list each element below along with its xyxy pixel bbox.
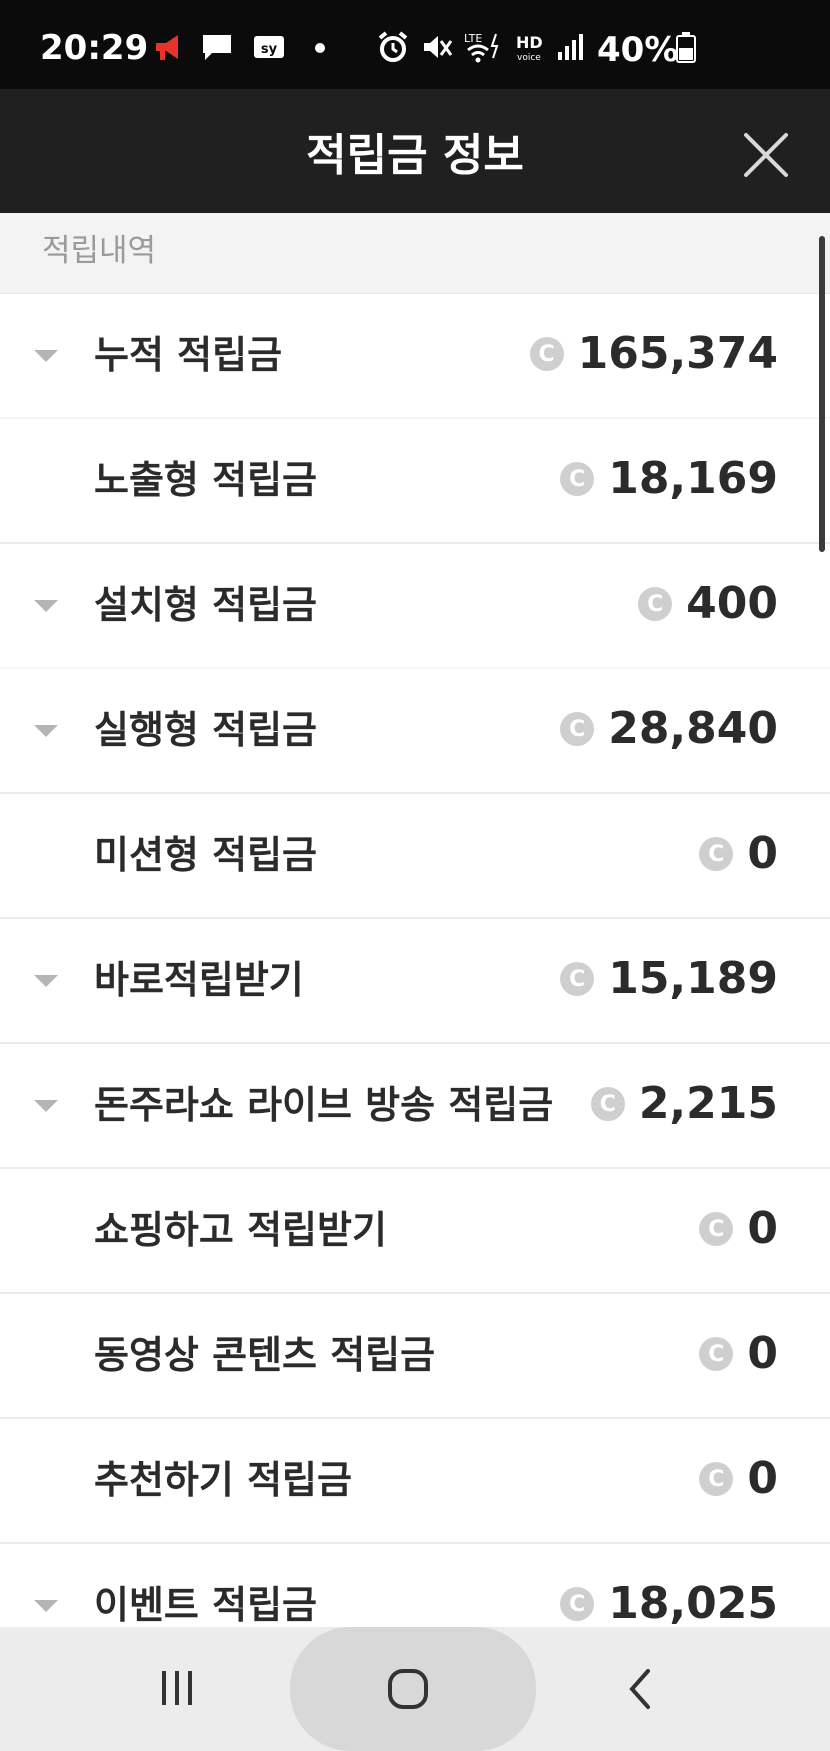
recent-apps-icon [162,1671,192,1705]
reward-list: 누적 적립금 C 165,374 노출형 적립금 C 18,169 설치형 적립금 C 400 실… [0,294,830,1669]
list-item-label: 이벤트 적립금 [94,1583,317,1627]
amount: C 18,169 [560,449,778,509]
section-label: 적립내역 [42,233,157,269]
list-item: 미션형 적립금 C 0 [0,794,830,919]
list-item-label: 설치형 적립금 [94,583,317,627]
coin-icon: C [560,712,595,746]
list-item-label: 누적 적립금 [94,333,283,377]
sy-app-icon: sy [254,36,284,58]
home-icon [388,1669,428,1709]
chevron-down-icon[interactable] [34,1100,58,1114]
amount-value: 15,189 [608,953,778,1004]
chevron-down-icon[interactable] [34,350,58,364]
list-item: 쇼핑하고 적립받기 C 0 [0,1169,830,1294]
chevron-down-icon[interactable] [34,975,58,989]
coin-icon: C [699,1337,734,1371]
recent-apps-button[interactable] [158,1669,198,1713]
chevron-down-icon[interactable] [34,725,58,739]
amount-value: 400 [686,578,778,629]
coin-icon: C [560,462,595,496]
amount: C0 [699,824,778,884]
megaphone-icon [156,35,178,60]
amount: C0 [699,1324,778,1384]
amount-value: 28,840 [608,703,778,754]
chevron-down-icon[interactable] [34,1600,58,1614]
list-item[interactable]: 실행형 적립금 C 28,840 [0,669,830,794]
amount-value: 18,025 [608,1578,778,1629]
list-item-label: 추천하기 적립금 [94,1458,352,1502]
amount-value: 0 [747,828,778,879]
mute-icon [424,36,453,58]
amount-value: 0 [747,1453,778,1504]
close-icon [744,133,788,177]
coin-icon: C [560,962,595,996]
status-bar: 20:29 sy LTE HD voice 40% [0,0,830,89]
hd-voice-icon: HD voice [516,33,543,63]
list-item[interactable]: 설치형 적립금 C 400 [0,544,830,669]
home-button[interactable] [386,1667,430,1715]
amount: C 28,840 [560,699,778,759]
list-item: 동영상 콘텐츠 적립금 C 0 [0,1294,830,1419]
amount-value: 2,215 [638,1078,778,1129]
amount: C 400 [638,574,778,634]
list-item-label: 미션형 적립금 [94,833,317,877]
coin-icon: C [699,1212,734,1246]
coin-icon: C [699,1462,734,1496]
status-time: 20:29 [40,28,149,68]
svg-text:LTE: LTE [464,32,482,45]
alarm-icon [378,31,408,62]
amount-value: 165,374 [577,328,778,379]
signal-icon [558,34,583,60]
coin-icon: C [638,587,673,621]
list-item-label: 쇼핑하고 적립받기 [94,1208,387,1252]
list-item-label: 돈주라쇼 라이브 방송 적립금 [94,1083,554,1127]
chevron-down-icon[interactable] [34,600,58,614]
close-button[interactable] [736,125,796,185]
list-item-label: 동영상 콘텐츠 적립금 [94,1333,436,1377]
coin-icon: C [699,837,734,871]
battery-icon [676,32,696,63]
amount: C0 [699,1449,778,1509]
dot-icon [315,43,325,53]
amount-value: 0 [747,1328,778,1379]
back-icon [629,1669,650,1709]
battery-percent: 40% [597,30,679,70]
list-item-label: 바로적립받기 [94,958,304,1002]
amount: C 18,025 [560,1574,778,1634]
svg-text:voice: voice [517,53,541,63]
nav-bar [0,1627,830,1751]
list-item[interactable]: 누적 적립금 C 165,374 [0,294,830,419]
chat-icon [203,35,231,60]
list-item: 추천하기 적립금 C 0 [0,1419,830,1544]
title-bar: 적립금 정보 [0,89,830,213]
list-item-label: 노출형 적립금 [94,458,317,502]
list-item[interactable]: 바로적립받기 C 15,189 [0,919,830,1044]
back-button[interactable] [624,1667,658,1715]
svg-text:HD: HD [516,33,543,52]
lte-wifi-icon: LTE [464,32,499,63]
list-item-label: 실행형 적립금 [94,708,317,752]
svg-text:sy: sy [261,42,278,57]
amount: C 15,189 [560,949,778,1009]
amount: C0 [699,1199,778,1259]
scrollbar[interactable] [819,236,825,552]
coin-icon: C [560,1587,595,1621]
page-title: 적립금 정보 [306,130,524,181]
amount: C 2,215 [590,1074,778,1134]
amount-value: 0 [747,1203,778,1254]
list-item: 노출형 적립금 C 18,169 [0,419,830,544]
section-header: 적립내역 [0,213,830,294]
list-item[interactable]: 돈주라쇼 라이브 방송 적립금 C 2,215 [0,1044,830,1169]
amount-value: 18,169 [608,453,778,504]
coin-icon: C [590,1087,625,1121]
coin-icon: C [529,337,564,371]
amount: C 165,374 [529,324,778,384]
